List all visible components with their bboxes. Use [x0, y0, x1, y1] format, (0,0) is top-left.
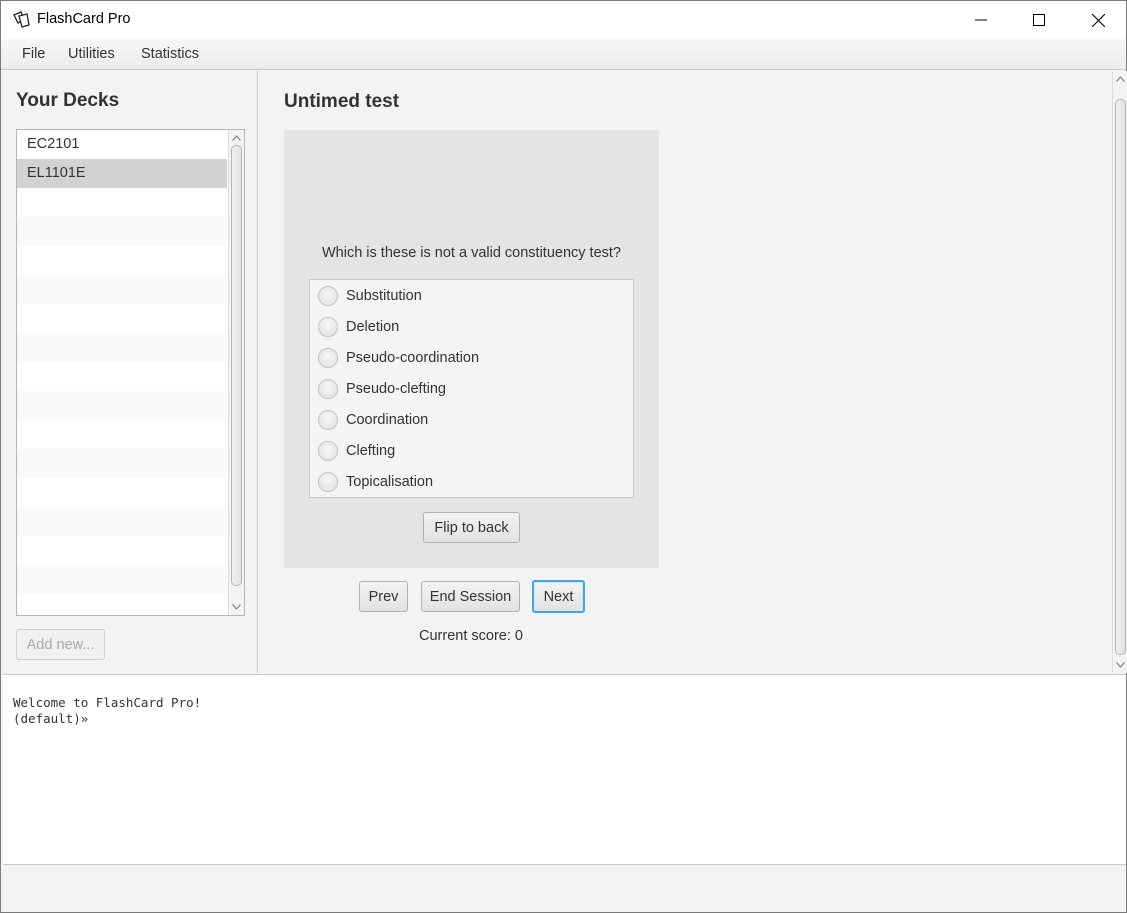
add-deck-button[interactable]: Add new... — [16, 629, 105, 660]
empty-row — [17, 449, 227, 478]
empty-row — [17, 536, 227, 565]
scroll-down-arrow-icon[interactable] — [229, 600, 244, 614]
option-label: Deletion — [346, 318, 400, 335]
empty-row — [17, 333, 227, 362]
radio-icon[interactable] — [318, 378, 338, 399]
option-topicalisation[interactable]: Topicalisation — [310, 466, 633, 497]
option-clefting[interactable]: Clefting — [310, 435, 633, 466]
empty-row — [17, 565, 227, 594]
maximize-icon — [1033, 14, 1045, 26]
empty-row — [17, 507, 227, 536]
test-panel: Untimed test Which is these is not a val… — [259, 71, 1127, 673]
status-bar — [3, 866, 1126, 912]
option-label: Topicalisation — [346, 473, 434, 490]
end-session-button[interactable]: End Session — [421, 581, 520, 612]
minimize-icon — [975, 19, 987, 21]
scroll-up-arrow-icon[interactable] — [229, 131, 244, 145]
radio-icon[interactable] — [318, 347, 338, 368]
console-prompt: (default)» — [13, 711, 89, 726]
flashcard: Which is these is not a valid constituen… — [284, 130, 659, 568]
test-panel-scroll-thumb[interactable] — [1115, 99, 1126, 655]
scroll-up-arrow-icon[interactable] — [1113, 72, 1127, 86]
console-line: Welcome to FlashCard Pro! — [13, 695, 202, 710]
option-label: Clefting — [346, 442, 396, 459]
menu-file[interactable]: File — [22, 46, 45, 62]
empty-row — [17, 275, 227, 304]
option-pseudo-coordination[interactable]: Pseudo-coordination — [310, 342, 633, 373]
radio-icon[interactable] — [318, 471, 338, 492]
radio-icon[interactable] — [318, 409, 338, 430]
deck-list-scroll-thumb[interactable] — [231, 145, 242, 586]
close-icon — [1091, 13, 1105, 27]
option-label: Coordination — [346, 411, 429, 428]
minimize-button[interactable] — [952, 1, 1010, 39]
empty-row — [17, 362, 227, 391]
next-button[interactable]: Next — [532, 580, 585, 613]
title-bar: FlashCard Pro — [1, 1, 1126, 39]
menu-statistics[interactable]: Statistics — [141, 46, 199, 62]
decks-heading: Your Decks — [16, 90, 120, 111]
option-substitution[interactable]: Substitution — [310, 280, 633, 311]
menu-bar: File Utilities Statistics — [1, 39, 1126, 70]
empty-row — [17, 246, 227, 275]
option-label: Pseudo-clefting — [346, 380, 446, 397]
test-title: Untimed test — [284, 91, 400, 112]
menu-utilities[interactable]: Utilities — [68, 46, 115, 62]
deck-item-ec2101[interactable]: EC2101 — [17, 130, 227, 159]
window-title: FlashCard Pro — [37, 11, 131, 27]
option-coordination[interactable]: Coordination — [310, 404, 633, 435]
radio-icon[interactable] — [318, 440, 338, 461]
option-label: Pseudo-coordination — [346, 349, 480, 366]
test-panel-scrollbar[interactable] — [1112, 71, 1127, 673]
question-text: Which is these is not a valid constituen… — [321, 245, 621, 261]
empty-row — [17, 420, 227, 449]
empty-row — [17, 391, 227, 420]
option-deletion[interactable]: Deletion — [310, 311, 633, 342]
prev-button[interactable]: Prev — [359, 581, 408, 612]
deck-list-scrollbar[interactable] — [228, 130, 244, 615]
deck-item-el1101e[interactable]: EL1101E — [17, 159, 227, 188]
empty-row — [17, 594, 227, 615]
flashcard-app-icon — [13, 11, 30, 28]
current-score: Current score: 0 — [419, 628, 523, 644]
flip-to-back-button[interactable]: Flip to back — [423, 512, 520, 543]
app-window: FlashCard Pro File Utilities Statistics … — [0, 0, 1127, 913]
empty-row — [17, 304, 227, 333]
answer-options: Substitution Deletion Pseudo-coordinatio… — [309, 279, 634, 498]
deck-list[interactable]: EC2101 EL1101E — [16, 129, 245, 616]
decks-panel: Your Decks EC2101 EL1101E Add new... — [3, 71, 258, 673]
command-console[interactable]: Welcome to FlashCard Pro! (default)» — [3, 674, 1126, 865]
maximize-button[interactable] — [1010, 1, 1068, 39]
option-pseudo-clefting[interactable]: Pseudo-clefting — [310, 373, 633, 404]
radio-icon[interactable] — [318, 316, 338, 337]
radio-icon[interactable] — [318, 285, 338, 306]
option-label: Substitution — [346, 287, 422, 304]
empty-row — [17, 217, 227, 246]
empty-row — [17, 188, 227, 217]
empty-row — [17, 478, 227, 507]
scroll-down-arrow-icon[interactable] — [1113, 658, 1127, 672]
close-button[interactable] — [1069, 1, 1127, 39]
